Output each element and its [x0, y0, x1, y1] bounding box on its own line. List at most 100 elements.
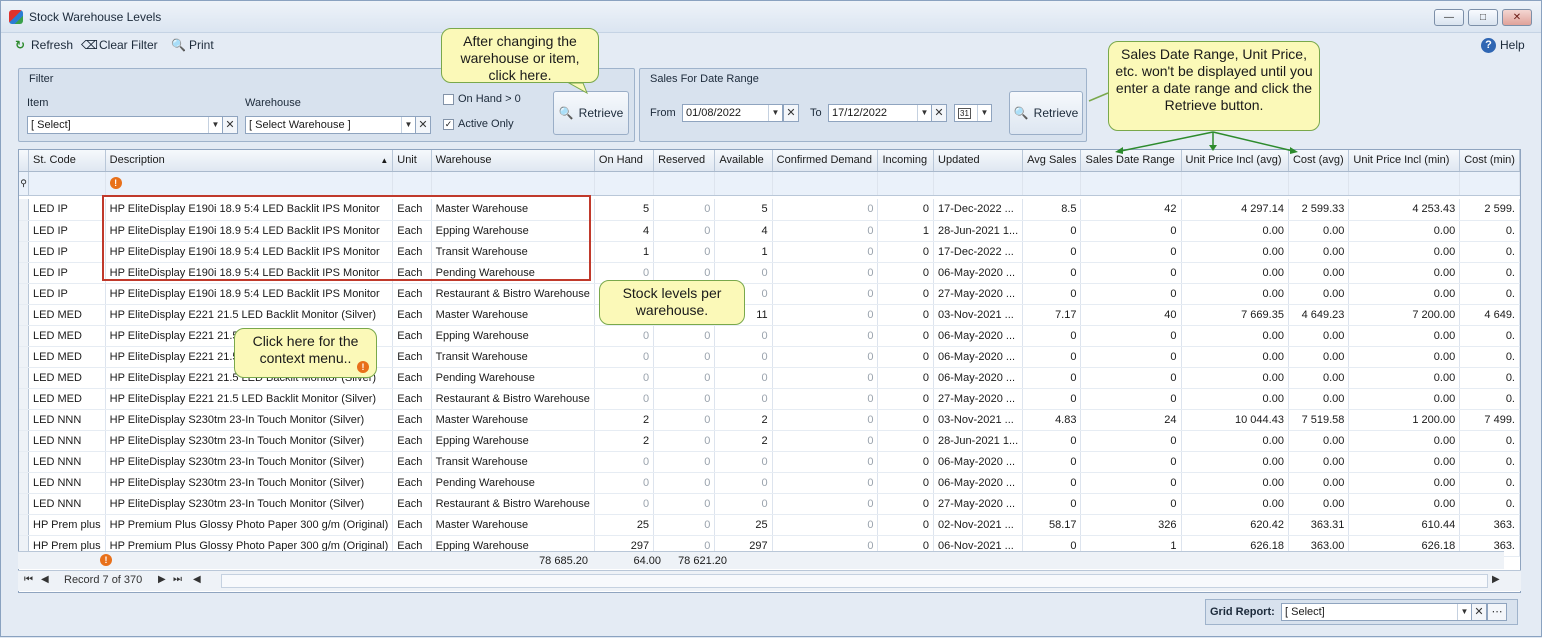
table-cell[interactable]: Each — [392, 472, 432, 494]
row-indicator[interactable] — [19, 325, 29, 347]
table-cell[interactable]: 0 — [877, 199, 935, 221]
table-cell[interactable]: 7 499. — [1459, 409, 1520, 431]
on-hand-checkbox[interactable] — [443, 94, 454, 105]
column-header-cost-min[interactable]: Cost (min) — [1459, 150, 1520, 172]
table-cell[interactable]: 0.00 — [1348, 241, 1461, 263]
table-cell[interactable]: 0 — [653, 430, 716, 452]
table-cell[interactable]: 28-Jun-2021 1... — [933, 430, 1024, 452]
table-cell[interactable]: 0. — [1459, 262, 1520, 284]
table-cell[interactable]: 0 — [714, 346, 773, 368]
filter-cell[interactable] — [1080, 171, 1182, 196]
table-cell[interactable]: Each — [392, 325, 432, 347]
table-cell[interactable]: LED IP — [28, 241, 106, 263]
table-cell[interactable]: 2 — [594, 409, 655, 431]
table-cell[interactable]: 0.00 — [1181, 430, 1289, 452]
scroll-left-icon[interactable]: ◀ — [193, 574, 201, 585]
table-cell[interactable]: HP EliteDisplay S230tm 23-In Touch Monit… — [105, 493, 394, 515]
table-cell[interactable]: 0 — [772, 241, 879, 263]
column-header-confirmed-demand[interactable]: Confirmed Demand — [772, 150, 879, 172]
table-cell[interactable]: 620.42 — [1181, 514, 1289, 536]
grid-report-clear-button[interactable]: ✕ — [1471, 603, 1487, 621]
table-cell[interactable]: HP EliteDisplay E221 21.5 LED Backlit Mo… — [105, 388, 394, 410]
first-record-icon[interactable]: ⏮ — [24, 574, 33, 585]
table-cell[interactable]: 17-Dec-2022 ... — [933, 241, 1024, 263]
table-cell[interactable]: 0 — [877, 472, 935, 494]
table-cell[interactable]: 03-Nov-2021 ... — [933, 304, 1024, 326]
table-cell[interactable]: 0. — [1459, 325, 1520, 347]
table-cell[interactable]: 0.00 — [1288, 367, 1350, 389]
table-cell[interactable]: 0.00 — [1288, 241, 1350, 263]
table-cell[interactable]: 2 599. — [1459, 199, 1520, 221]
table-cell[interactable]: 25 — [714, 514, 773, 536]
table-cell[interactable]: 0 — [772, 325, 879, 347]
table-cell[interactable]: 4 297.14 — [1181, 199, 1289, 221]
context-menu-info-icon[interactable]: ! — [357, 361, 369, 373]
table-cell[interactable]: 0 — [772, 304, 879, 326]
table-cell[interactable]: 0.00 — [1348, 493, 1461, 515]
row-indicator[interactable] — [19, 346, 29, 368]
table-cell[interactable]: 1 — [594, 241, 655, 263]
table-cell[interactable]: Each — [392, 283, 432, 305]
row-indicator[interactable] — [19, 199, 29, 221]
table-cell[interactable]: 02-Nov-2021 ... — [933, 514, 1024, 536]
table-cell[interactable]: 06-May-2020 ... — [933, 367, 1024, 389]
table-cell[interactable]: 0 — [714, 367, 773, 389]
filter-cell[interactable] — [392, 171, 432, 196]
table-cell[interactable]: LED IP — [28, 262, 106, 284]
table-cell[interactable]: 0 — [714, 388, 773, 410]
table-cell[interactable]: LED MED — [28, 325, 106, 347]
table-cell[interactable]: 0 — [1022, 430, 1082, 452]
column-header-on-hand[interactable]: On Hand — [594, 150, 655, 172]
table-cell[interactable]: Epping Warehouse — [431, 430, 595, 452]
table-cell[interactable]: 0.00 — [1288, 346, 1350, 368]
table-cell[interactable]: 0.00 — [1288, 451, 1350, 473]
table-cell[interactable]: Each — [392, 493, 432, 515]
next-record-icon[interactable]: ▶ — [158, 574, 166, 585]
last-record-icon[interactable]: ⏭ — [173, 574, 182, 585]
table-cell[interactable]: 0.00 — [1181, 262, 1289, 284]
table-cell[interactable]: 7.17 — [1022, 304, 1082, 326]
table-cell[interactable]: 0.00 — [1181, 451, 1289, 473]
table-cell[interactable]: 0 — [772, 367, 879, 389]
row-indicator[interactable] — [19, 430, 29, 452]
table-cell[interactable]: 27-May-2020 ... — [933, 388, 1024, 410]
table-cell[interactable]: 0 — [877, 388, 935, 410]
scroll-right-icon[interactable]: ▶ — [1492, 574, 1500, 585]
table-cell[interactable]: 0 — [772, 220, 879, 242]
chevron-down-icon[interactable]: ▼ — [208, 117, 222, 133]
chevron-down-icon[interactable]: ▼ — [977, 105, 991, 121]
table-cell[interactable]: 0 — [653, 241, 716, 263]
table-cell[interactable]: 0.00 — [1348, 472, 1461, 494]
table-cell[interactable]: Each — [392, 409, 432, 431]
table-cell[interactable]: 0 — [1080, 493, 1182, 515]
table-cell[interactable]: 0 — [714, 325, 773, 347]
table-cell[interactable]: 06-May-2020 ... — [933, 346, 1024, 368]
table-cell[interactable]: 0 — [653, 346, 716, 368]
filter-cell[interactable] — [1288, 171, 1350, 196]
column-header-reserved[interactable]: Reserved — [653, 150, 716, 172]
table-cell[interactable]: 0.00 — [1288, 430, 1350, 452]
table-cell[interactable]: 1 — [714, 241, 773, 263]
table-cell[interactable]: 0.00 — [1288, 493, 1350, 515]
info-icon[interactable]: ! — [109, 177, 122, 189]
table-cell[interactable]: 7 669.35 — [1181, 304, 1289, 326]
table-cell[interactable]: 0 — [772, 430, 879, 452]
horizontal-scrollbar[interactable] — [221, 574, 1488, 588]
grid-report-more-button[interactable]: ⋯ — [1487, 603, 1507, 621]
table-cell[interactable]: LED NNN — [28, 472, 106, 494]
table-cell[interactable]: 0. — [1459, 241, 1520, 263]
minimize-button[interactable]: — — [1434, 9, 1464, 26]
table-cell[interactable]: 0 — [594, 367, 655, 389]
table-cell[interactable]: 0 — [714, 472, 773, 494]
filter-cell[interactable] — [772, 171, 879, 196]
row-indicator[interactable] — [19, 388, 29, 410]
column-header-unit[interactable]: Unit — [392, 150, 432, 172]
table-cell[interactable]: 0 — [1022, 493, 1082, 515]
sales-retrieve-button[interactable]: 🔍 Retrieve — [1009, 91, 1083, 135]
table-cell[interactable]: 0 — [877, 325, 935, 347]
table-cell[interactable]: 0.00 — [1181, 283, 1289, 305]
table-cell[interactable]: 0.00 — [1181, 346, 1289, 368]
table-cell[interactable]: 0.00 — [1288, 388, 1350, 410]
table-cell[interactable]: 0 — [877, 409, 935, 431]
chevron-down-icon[interactable]: ▼ — [768, 105, 782, 121]
